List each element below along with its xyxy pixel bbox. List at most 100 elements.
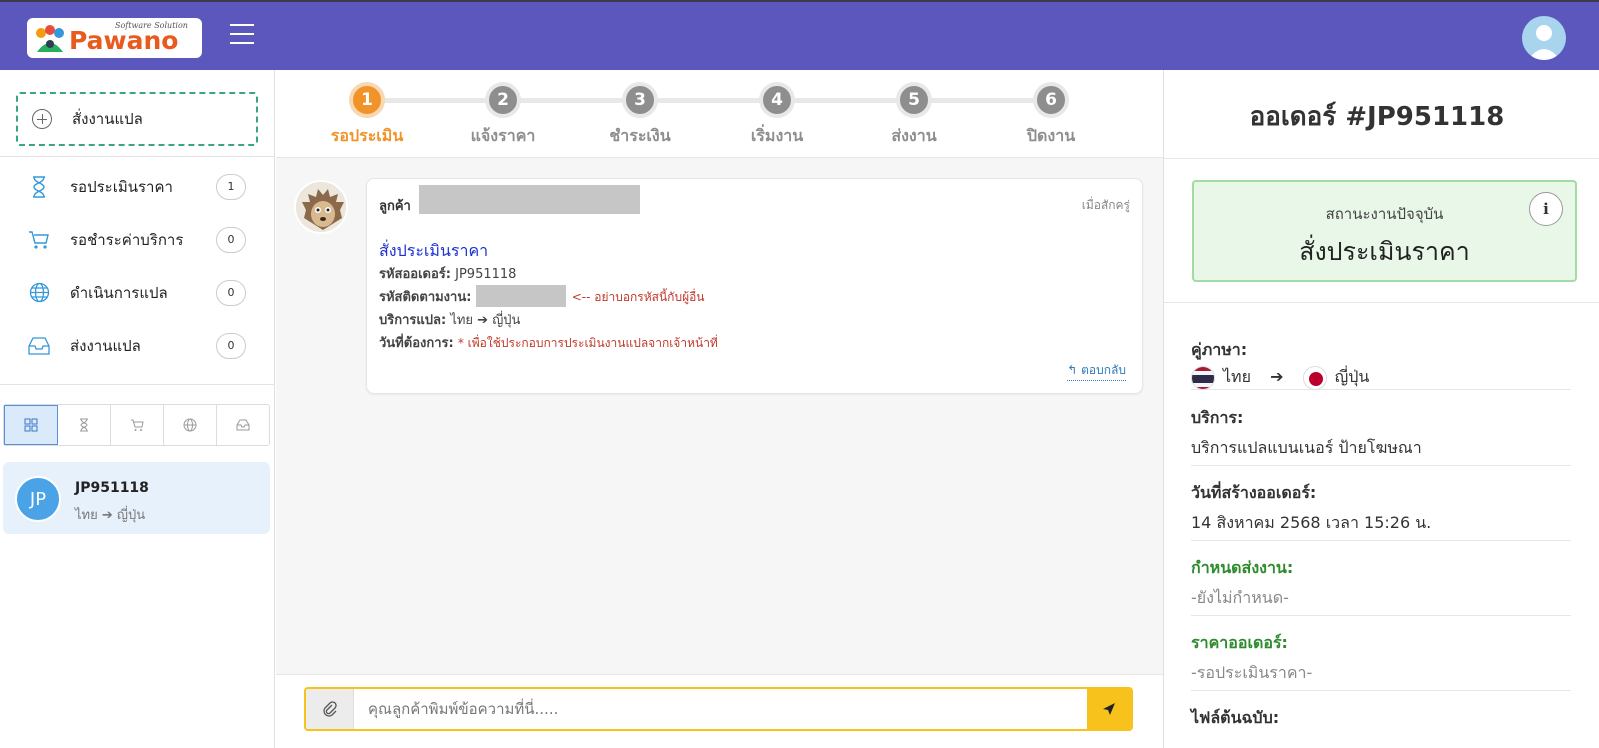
user-avatar[interactable]	[1522, 16, 1566, 60]
step-label: ปิดงาน	[1026, 126, 1076, 145]
language-pair-value: ไทย ➔ ญี่ปุ่น	[1191, 365, 1571, 390]
order-details-panel: ออเดอร์ #JP951118 สถานะงานปัจจุบัน สั่งป…	[1163, 70, 1599, 748]
step-1: 1 รอประเมิน	[302, 82, 432, 149]
step-label: รอประเมิน	[330, 126, 404, 145]
message-title: สั่งประเมินราคา	[379, 241, 489, 260]
step-4: 4 เริ่มงาน	[712, 82, 842, 149]
new-order-button[interactable]: สั่งงานแปล	[16, 92, 258, 146]
message-composer	[276, 674, 1163, 748]
filter-tabs	[3, 404, 270, 446]
user-silhouette-icon	[1528, 25, 1560, 60]
step-number: 1	[349, 82, 385, 118]
filter-tab-awaiting-payment[interactable]	[111, 405, 164, 445]
order-avatar: JP	[15, 476, 61, 522]
reply-icon: ↰	[1067, 363, 1078, 377]
order-id: JP951118	[75, 480, 149, 496]
cart-icon	[131, 419, 144, 431]
status-value: สั่งประเมินราคา	[1299, 237, 1470, 266]
divider	[1164, 302, 1599, 303]
step-label: ชำระเงิน	[609, 126, 671, 145]
deadline-value: -ยังไม่กำหนด-	[1191, 588, 1289, 607]
price-value: -รอประเมินราคา-	[1191, 663, 1313, 682]
paperclip-icon	[322, 701, 337, 717]
source-files-field: ไฟล์ต้นฉบับ:	[1191, 706, 1571, 746]
new-order-label: สั่งงานแปล	[72, 110, 143, 128]
step-3: 3 ชำระเงิน	[575, 82, 705, 149]
date-label: วันที่ต้องการ:	[379, 336, 454, 351]
logo-mark-icon	[36, 25, 64, 52]
language-pair-label: คู่ภาษา:	[1191, 340, 1248, 359]
service-row: บริการแปล: ไทย ➔ ญี่ปุ่น	[379, 309, 520, 330]
filter-tab-all[interactable]	[4, 405, 58, 445]
current-status-box: สถานะงานปัจจุบัน สั่งประเมินราคา i	[1192, 180, 1577, 282]
hourglass-icon	[80, 418, 88, 432]
logo-wordmark: Pawano	[69, 26, 179, 55]
order-language-pair: ไทย ➔ ญี่ปุ่น	[75, 508, 146, 523]
service-value: บริการแปลแบนเนอร์ ป้ายโฆษณา	[1191, 438, 1422, 457]
progress-stepper: 1 รอประเมิน 2 แจ้งราคา 3 ชำระเงิน 4 เริ่…	[276, 70, 1163, 158]
thai-flag-icon	[1191, 365, 1215, 390]
sidebar-item-awaiting-payment[interactable]: รอชำระค่าบริการ 0	[0, 213, 275, 266]
sidebar-item-awaiting-quote[interactable]: รอประเมินราคา 1	[0, 160, 275, 213]
attach-button[interactable]	[306, 689, 354, 729]
grid-icon	[24, 418, 38, 432]
language-from: ไทย	[1223, 367, 1251, 386]
count-badge: 0	[216, 332, 246, 359]
top-bar: Software Solution Pawano	[0, 0, 1599, 70]
sidebar-item-translating[interactable]: ดำเนินการแปล 0	[0, 266, 275, 319]
hourglass-icon	[28, 175, 50, 198]
chat-panel: 1 รอประเมิน 2 แจ้งราคา 3 ชำระเงิน 4 เริ่…	[276, 70, 1163, 748]
reply-button[interactable]: ↰ ตอบกลับ	[1067, 361, 1126, 381]
service-label: บริการแปล:	[379, 313, 447, 328]
send-button[interactable]	[1087, 689, 1131, 729]
language-pair-field: คู่ภาษา: ไทย ➔ ญี่ปุ่น	[1191, 338, 1571, 390]
message-input[interactable]	[354, 689, 1087, 729]
created-date-label: วันที่สร้างออเดอร์:	[1191, 483, 1317, 502]
step-number: 5	[896, 82, 932, 118]
info-button[interactable]: i	[1529, 192, 1563, 226]
tracking-code-label: รหัสติดตามงาน:	[379, 290, 472, 305]
inbox-icon	[236, 419, 250, 431]
count-badge: 0	[216, 279, 246, 306]
cart-icon	[28, 229, 50, 251]
send-icon	[1103, 703, 1115, 715]
hedgehog-avatar-icon	[296, 182, 346, 232]
price-label: ราคาออเดอร์:	[1191, 633, 1288, 652]
filter-tab-awaiting-quote[interactable]	[58, 405, 111, 445]
sidebar: สั่งงานแปล รอประเมินราคา 1 รอชำระค่าบริก…	[0, 70, 275, 748]
inbox-icon	[28, 335, 50, 357]
menu-toggle-button[interactable]	[230, 24, 254, 46]
filter-tab-translating[interactable]	[164, 405, 217, 445]
redacted-tracking-code	[475, 284, 566, 307]
redacted-customer-name	[419, 185, 640, 214]
step-6: 6 ปิดงาน	[986, 82, 1116, 149]
order-list-item[interactable]: JP JP951118 ไทย ➔ ญี่ปุ่น	[3, 462, 270, 534]
globe-icon	[28, 282, 50, 304]
deadline-field: กำหนดส่งงาน: -ยังไม่กำหนด-	[1191, 556, 1571, 616]
pawano-logo[interactable]: Software Solution Pawano	[27, 18, 202, 58]
date-note: * เพื่อใช้ประกอบการประเมินงานแปลจากเจ้าห…	[457, 336, 718, 350]
step-label: เริ่มงาน	[750, 126, 804, 145]
date-row: วันที่ต้องการ: * เพื่อใช้ประกอบการประเมิ…	[379, 332, 718, 353]
step-number: 2	[485, 82, 521, 118]
deadline-label: กำหนดส่งงาน:	[1191, 558, 1294, 577]
sidebar-item-delivered[interactable]: ส่งงานแปล 0	[0, 319, 275, 372]
order-code-label: รหัสออเดอร์:	[379, 267, 451, 282]
service-field: บริการ: บริการแปลแบนเนอร์ ป้ายโฆษณา	[1191, 406, 1571, 466]
divider	[0, 384, 275, 385]
chat-message-card: ลูกค้า เมื่อสักครู่ สั่งประเมินราคา รหัส…	[366, 178, 1143, 394]
arrow-icon: ➔	[1270, 367, 1284, 386]
step-number: 4	[759, 82, 795, 118]
order-code-row: รหัสออเดอร์: JP951118	[379, 263, 516, 284]
filter-tab-delivered[interactable]	[217, 405, 269, 445]
step-number: 6	[1033, 82, 1069, 118]
step-label: แจ้งราคา	[470, 126, 536, 145]
source-files-label: ไฟล์ต้นฉบับ:	[1191, 708, 1280, 727]
message-time: เมื่อสักครู่	[1081, 198, 1130, 212]
japan-flag-icon	[1302, 365, 1327, 390]
price-field: ราคาออเดอร์: -รอประเมินราคา-	[1191, 631, 1571, 691]
divider	[1164, 158, 1599, 159]
step-number: 3	[622, 82, 658, 118]
order-title: ออเดอร์ #JP951118	[1249, 102, 1505, 132]
status-caption: สถานะงานปัจจุบัน	[1325, 205, 1444, 223]
